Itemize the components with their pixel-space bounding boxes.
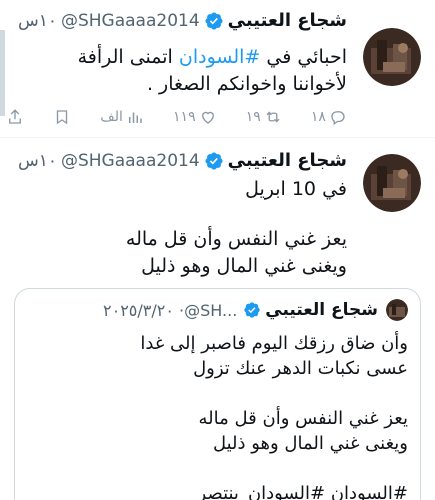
retweet-icon <box>266 111 280 123</box>
quote-line: يعز غني النفس وأن قل ماله <box>198 408 408 429</box>
avatar[interactable] <box>363 28 421 86</box>
share-button[interactable] <box>6 108 24 126</box>
reply-count: ١٨ <box>310 109 326 125</box>
retweet-button[interactable]: ١٩ <box>246 108 282 126</box>
views-icon <box>128 112 142 123</box>
quote-line: عسى نكبات الدهر عنك تزول <box>193 358 408 379</box>
tweet-2[interactable]: شجاع العتيبي @SHGaaaa2014 ١٠س في 10 ابري… <box>0 140 435 500</box>
like-icon <box>201 111 214 124</box>
tweet-date-line: في 10 ابريل <box>245 178 347 200</box>
retweet-count: ١٩ <box>245 109 261 125</box>
share-icon <box>9 109 21 124</box>
quote-author-name: شجاع العتيبي <box>265 300 378 320</box>
quote-line: وأن ضاق رزقك اليوم فاصبر إلى غدا <box>140 333 408 354</box>
author-handle[interactable]: @SHGaaaa2014 <box>61 151 200 171</box>
views-count: الف <box>100 109 123 125</box>
quote-text: وأن ضاق رزقك اليوم فاصبر إلى غدا عسى نكب… <box>27 331 408 500</box>
tweet-1[interactable]: شجاع العتيبي @SHGaaaa2014 ١٠س احبائي في … <box>0 0 435 138</box>
quote-hashtags[interactable]: #السودان #السودان_ينتصر <box>27 481 408 500</box>
bookmark-button[interactable] <box>53 108 71 126</box>
quote-date: ٢٠٢٥/٣/٢٠ · <box>103 300 185 320</box>
verified-badge-icon <box>205 151 223 170</box>
tweet-line: ويغنى غني المال وهو ذليل <box>141 255 347 277</box>
quote-author-handle: @SH... <box>184 300 238 320</box>
like-button[interactable]: ١١٩ <box>173 108 217 126</box>
author-name[interactable]: شجاع العتيبي <box>228 10 347 31</box>
tweet-time[interactable]: ١٠س <box>18 151 57 171</box>
verified-badge-icon <box>244 302 260 318</box>
reply-button[interactable]: ١٨ <box>311 108 347 126</box>
quoted-tweet[interactable]: شجاع العتيبي @SH... ٢٠٢٥/٣/٢٠ · وأن ضاق … <box>14 288 421 500</box>
quote-avatar <box>386 299 408 321</box>
views-button[interactable]: الف <box>100 108 144 126</box>
quote-line: ويغنى غني المال وهو ذليل <box>212 433 408 454</box>
tweet-text: احبائي في #السودان اتمنى الرأفة لأخواننا… <box>18 44 347 98</box>
tweet-header: شجاع العتيبي @SHGaaaa2014 ١٠س <box>18 10 347 31</box>
author-name[interactable]: شجاع العتيبي <box>228 150 347 171</box>
tweet-header: شجاع العتيبي @SHGaaaa2014 ١٠س <box>18 150 347 171</box>
reply-icon <box>331 111 345 126</box>
like-count: ١١٩ <box>173 109 196 125</box>
tweet-text-part: احبائي في <box>260 46 347 68</box>
quote-header: شجاع العتيبي @SH... ٢٠٢٥/٣/٢٠ · <box>103 299 408 321</box>
avatar[interactable] <box>363 154 421 212</box>
hashtag-link[interactable]: #السودان <box>179 46 260 68</box>
tweet-text: يعز غني النفس وأن قل ماله ويغنى غني الما… <box>18 226 347 280</box>
tweet-time[interactable]: ١٠س <box>18 11 57 31</box>
thread-line <box>0 30 5 116</box>
verified-badge-icon <box>205 11 223 30</box>
tweet-line: يعز غني النفس وأن قل ماله <box>125 228 347 250</box>
bookmark-icon <box>56 110 68 125</box>
author-handle[interactable]: @SHGaaaa2014 <box>61 11 200 31</box>
action-bar: ١٨ ١٩ ١١٩ الف <box>6 106 347 128</box>
